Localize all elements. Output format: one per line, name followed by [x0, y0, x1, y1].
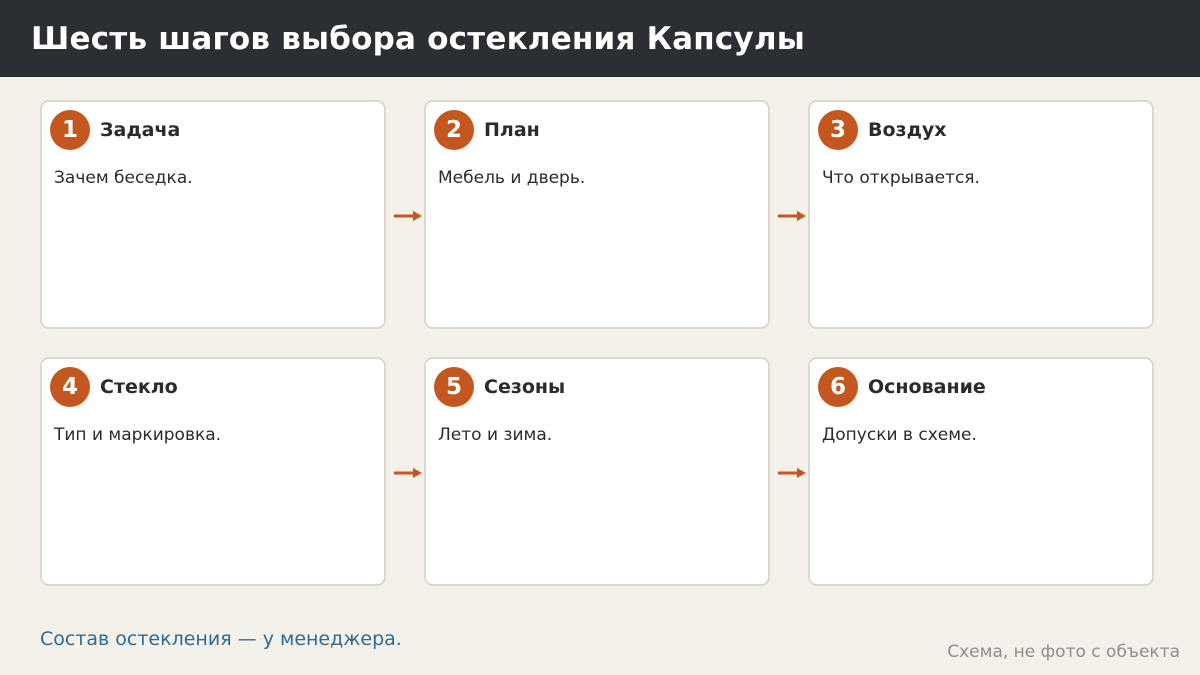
step-number-badge: 2 [434, 110, 474, 150]
manager-note: Состав остекления — у менеджера. [40, 628, 402, 650]
step-card-6: 6 Основание Допуски в схеме. [808, 357, 1154, 586]
step-title: Стекло [100, 376, 178, 398]
step-description: Тип и маркировка. [54, 425, 222, 445]
step-title: Сезоны [484, 376, 566, 398]
step-description: Лето и зима. [438, 425, 553, 445]
arrow-right-icon [778, 468, 806, 478]
step-card-4: 4 Стекло Тип и маркировка. [40, 357, 386, 586]
step-title: Воздух [868, 119, 947, 141]
step-description: Мебель и дверь. [438, 168, 586, 188]
arrow-right-icon [778, 211, 806, 221]
step-description: Зачем беседка. [54, 168, 193, 188]
step-card-5: 5 Сезоны Лето и зима. [424, 357, 770, 586]
page-header: Шесть шагов выбора остекления Капсулы [0, 0, 1200, 77]
step-card-2: 2 План Мебель и дверь. [424, 100, 770, 329]
step-title: Основание [868, 376, 986, 398]
step-number-badge: 1 [50, 110, 90, 150]
arrow-right-icon [394, 211, 422, 221]
page-title: Шесть шагов выбора остекления Капсулы [31, 20, 805, 57]
step-number-badge: 6 [818, 367, 858, 407]
arrow-right-icon [394, 468, 422, 478]
step-title: Задача [100, 119, 181, 141]
diagram-caption: Схема, не фото с объекта [947, 642, 1180, 662]
step-description: Что открывается. [822, 168, 980, 188]
step-description: Допуски в схеме. [822, 425, 977, 445]
step-number-badge: 4 [50, 367, 90, 407]
step-card-1: 1 Задача Зачем беседка. [40, 100, 386, 329]
step-card-3: 3 Воздух Что открывается. [808, 100, 1154, 329]
step-title: План [484, 119, 540, 141]
step-number-badge: 5 [434, 367, 474, 407]
step-number-badge: 3 [818, 110, 858, 150]
